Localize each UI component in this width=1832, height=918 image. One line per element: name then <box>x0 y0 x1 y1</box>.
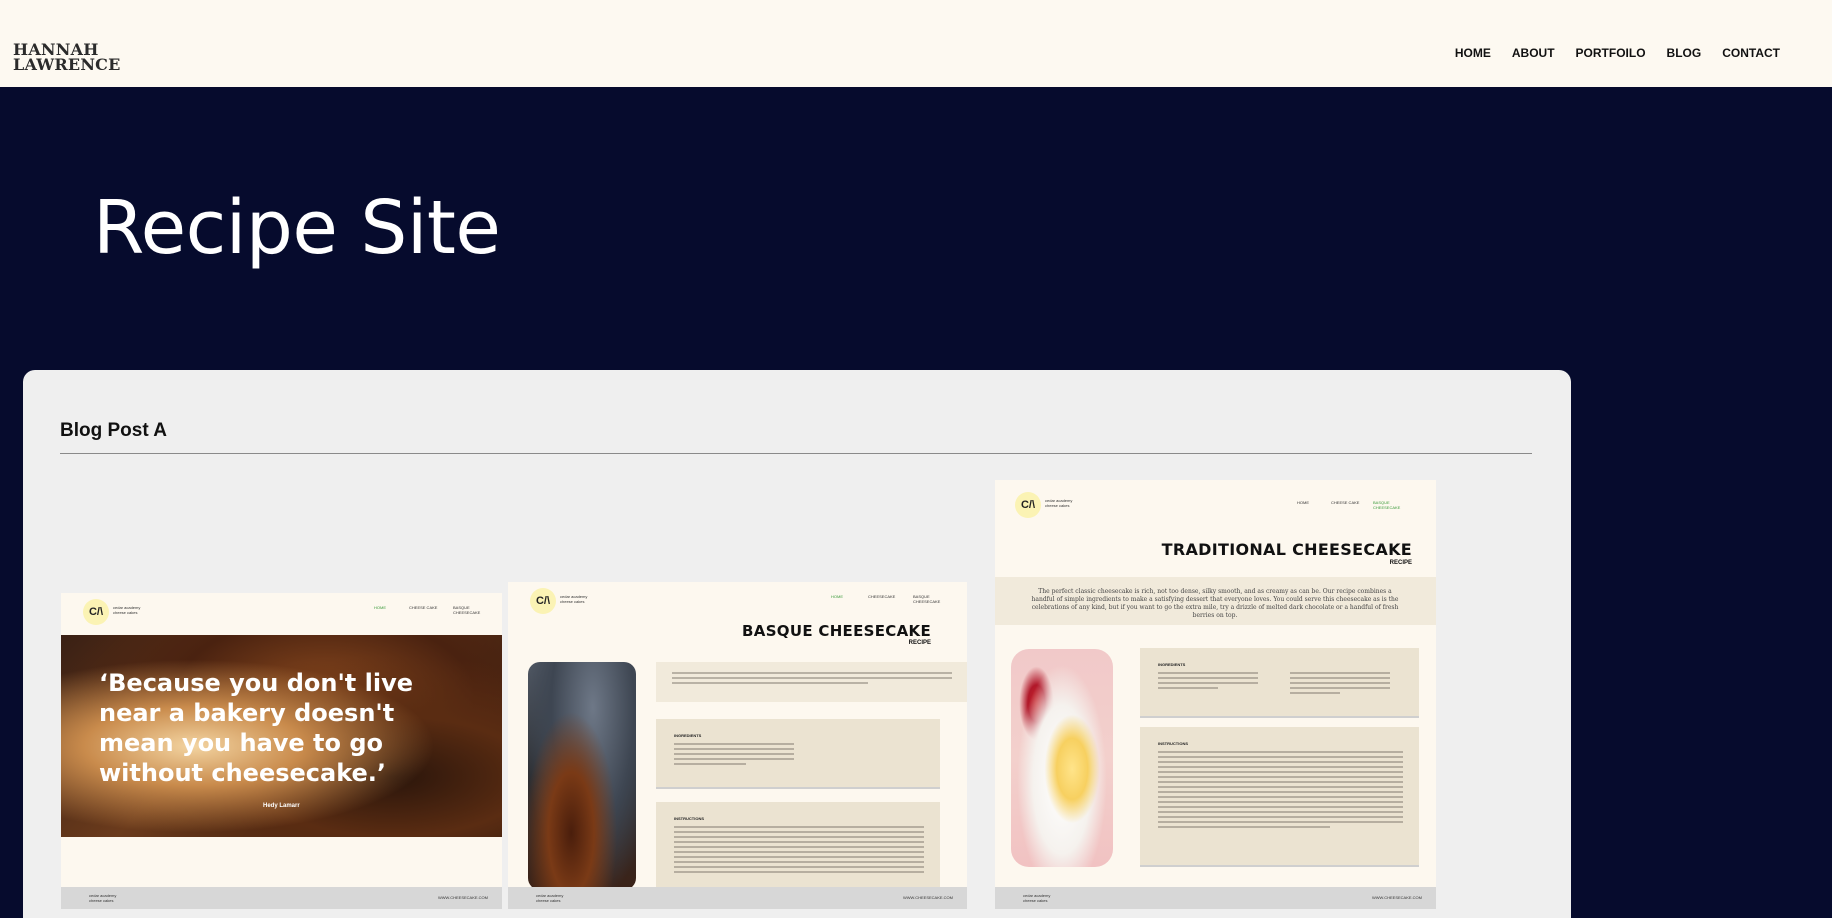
mockup-footer: cedar academy cheese cakes WWW.CHEESECAK… <box>61 887 502 909</box>
footer-brand: cedar academy cheese cakes <box>1023 893 1051 903</box>
site-logo[interactable]: HANNAH LAWRENCE <box>13 42 121 74</box>
recipe-intro <box>656 662 967 702</box>
blog-post-title: Blog Post A <box>60 420 167 441</box>
nav-about[interactable]: ABOUT <box>1512 46 1555 60</box>
mockup-nav-home: HOME <box>374 605 386 610</box>
site-header: HANNAH LAWRENCE HOME ABOUT PORTFOILO BLO… <box>0 0 1832 87</box>
mockup-brand: cedar academy cheese cakes <box>113 605 141 615</box>
instructions-panel: INSTRUCTIONS <box>1140 727 1419 867</box>
mockup-header: C/\ cedar academy cheese cakes HOME CHEE… <box>61 593 502 631</box>
recipe-intro: The perfect classic cheesecake is rich, … <box>1031 588 1399 619</box>
nav-blog[interactable]: BLOG <box>1667 46 1702 60</box>
mockup-nav-cheesecake: CHEESE CAKE <box>1331 500 1360 505</box>
mockup-home-page[interactable]: C/\ cedar academy cheese cakes HOME CHEE… <box>61 593 502 909</box>
recipe-subtitle: RECIPE <box>1389 560 1412 566</box>
footer-url: WWW.CHEESECAKE.COM <box>902 895 953 900</box>
blog-post-card: Blog Post A C/\ cedar academy cheese cak… <box>23 370 1571 918</box>
mockup-basque-recipe[interactable]: C/\ cedar academy cheese cakes HOME CHEE… <box>508 582 967 909</box>
instructions-label: INSTRUCTIONS <box>1158 741 1188 746</box>
ingredients-panel: INGREDIENTS <box>656 719 940 789</box>
divider <box>60 453 1532 454</box>
instructions-label: INSTRUCTIONS <box>674 816 704 821</box>
recipe-title: TRADITIONAL CHEESECAKE <box>1161 540 1412 559</box>
ingredients-panel: INGREDIENTS <box>1140 648 1419 718</box>
mockup-header: C/\ cedar academy cheese cakes HOME CHEE… <box>995 480 1436 530</box>
mockup-logo-mark: C/\ <box>83 599 109 625</box>
footer-brand: cedar academy cheese cakes <box>536 893 564 903</box>
hero-quote: ‘Because you don't live near a bakery do… <box>99 669 413 787</box>
mockup-logo-mark: C/\ <box>530 588 556 614</box>
mockup-nav-home: HOME <box>1297 500 1309 505</box>
nav-portfolio[interactable]: PORTFOILO <box>1576 46 1646 60</box>
basque-cheesecake-image <box>528 662 636 890</box>
logo-line-2: LAWRENCE <box>13 55 121 74</box>
nav-contact[interactable]: CONTACT <box>1722 46 1780 60</box>
mockup-footer: cedar academy cheese cakes WWW.CHEESECAK… <box>508 887 967 909</box>
mockup-nav-home: HOME <box>831 594 843 599</box>
footer-url: WWW.CHEESECAKE.COM <box>437 895 488 900</box>
main-nav: HOME ABOUT PORTFOILO BLOG CONTACT <box>1434 46 1780 60</box>
ingredients-label: INGREDIENTS <box>1158 662 1186 667</box>
recipe-subtitle: RECIPE <box>908 640 931 646</box>
mockup-nav-cheesecake: CHEESECAKE <box>868 594 896 599</box>
quote-author: Hedy Lamarr <box>263 803 300 809</box>
page-title: Recipe Site <box>93 185 501 271</box>
mockup-logo-mark: C/\ <box>1015 492 1041 518</box>
recipe-title: BASQUE CHEESECAKE <box>742 622 931 640</box>
mockup-nav-basque: BASQUE CHEESECAKE <box>913 594 941 604</box>
mockup-nav-basque: BASQUE CHEESECAKE <box>453 605 481 615</box>
nav-home[interactable]: HOME <box>1455 46 1491 60</box>
footer-url: WWW.CHEESECAKE.COM <box>1371 895 1422 900</box>
mockup-footer: cedar academy cheese cakes WWW.CHEESECAK… <box>995 887 1436 909</box>
ingredients-label: INGREDIENTS <box>674 733 702 738</box>
traditional-cheesecake-image <box>1011 649 1113 867</box>
mockup-traditional-recipe[interactable]: C/\ cedar academy cheese cakes HOME CHEE… <box>995 480 1436 909</box>
mockup-brand: cedar academy cheese cakes <box>1045 498 1073 508</box>
mockup-nav-cheesecake: CHEESE CAKE <box>409 605 438 610</box>
mockup-header: C/\ cedar academy cheese cakes HOME CHEE… <box>508 582 967 620</box>
mockup-nav-basque: BASQUE CHEESECAKE <box>1373 500 1401 510</box>
mockup-brand: cedar academy cheese cakes <box>560 594 588 604</box>
footer-brand: cedar academy cheese cakes <box>89 893 117 903</box>
